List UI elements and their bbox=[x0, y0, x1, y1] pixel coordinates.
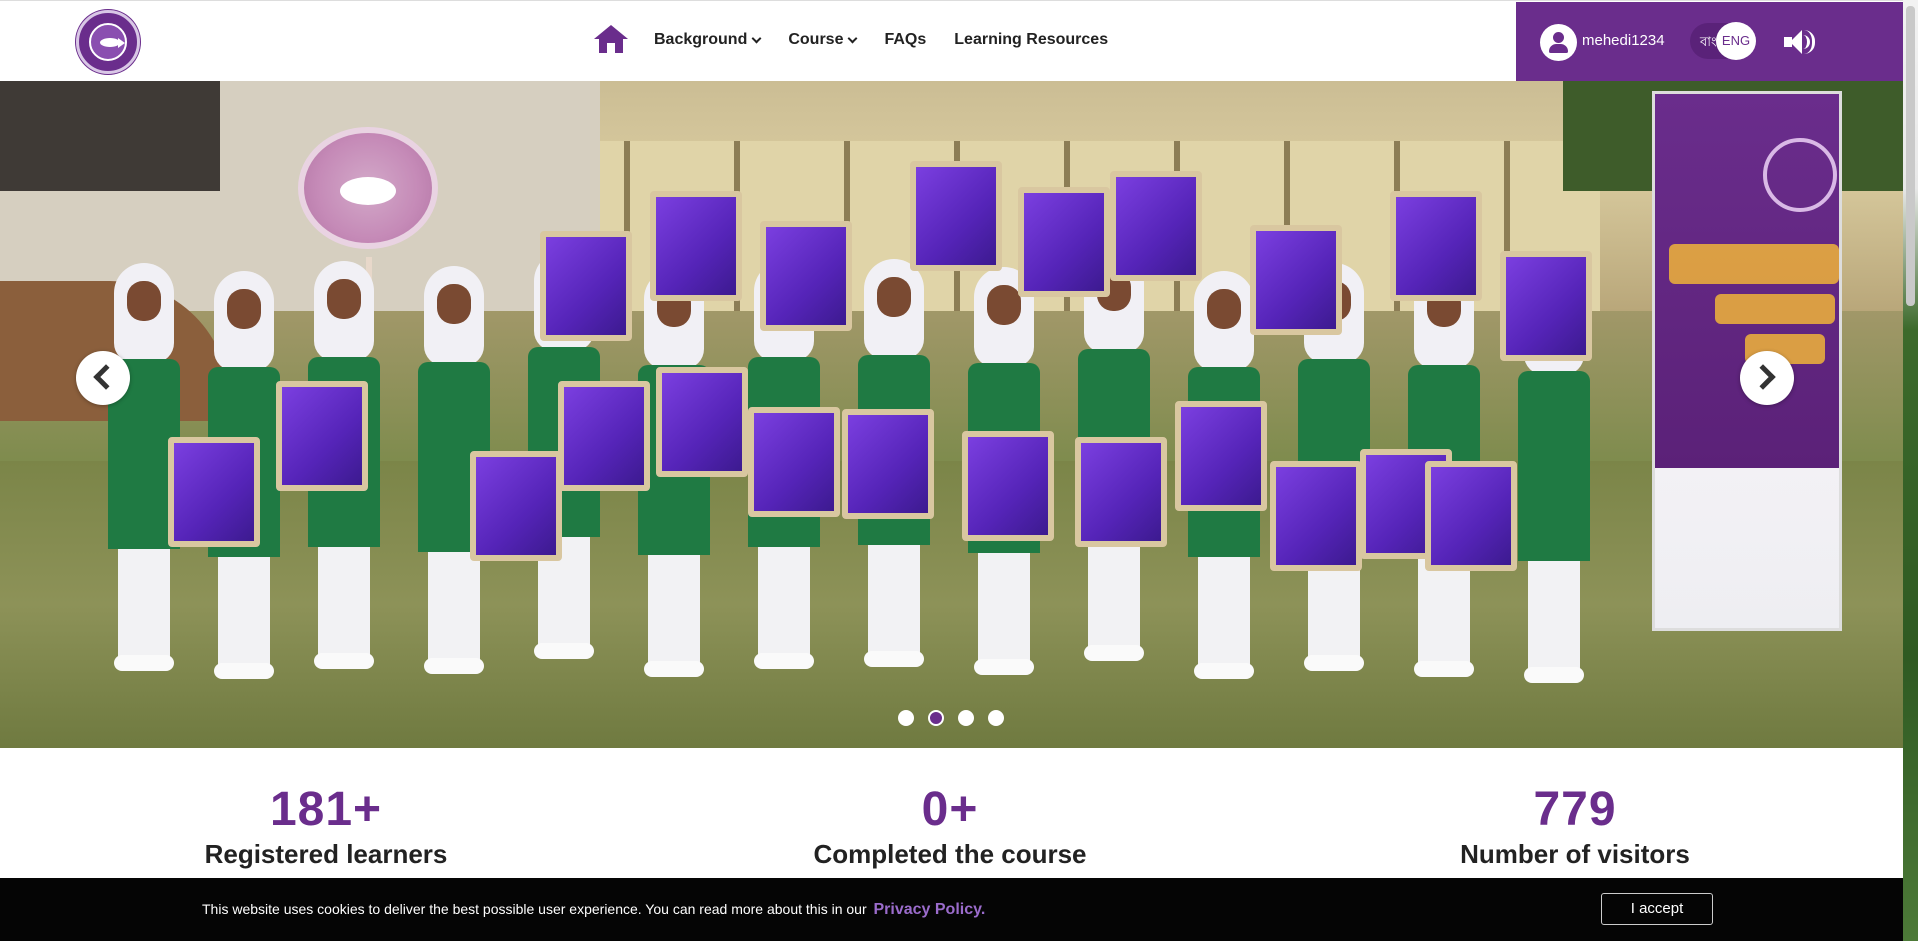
chevron-down-icon bbox=[751, 33, 762, 43]
carousel-next-button[interactable] bbox=[1740, 351, 1794, 405]
carousel-prev-button[interactable] bbox=[76, 351, 130, 405]
username[interactable]: mehedi1234 bbox=[1582, 32, 1665, 49]
page: Background Course FAQs Learning Resource… bbox=[0, 0, 1918, 941]
stat-label: Completed the course bbox=[813, 839, 1087, 869]
main-nav: Background Course FAQs Learning Resource… bbox=[594, 23, 1136, 57]
hero-photo-students bbox=[100, 161, 1620, 683]
language-toggle[interactable]: বাং ENG bbox=[1690, 22, 1756, 60]
home-icon[interactable] bbox=[594, 25, 628, 55]
nav-background-label: Background bbox=[654, 31, 748, 48]
hero-carousel bbox=[0, 81, 1903, 748]
fish-tail-icon bbox=[118, 38, 125, 48]
cookie-banner: This website uses cookies to deliver the… bbox=[0, 878, 1903, 941]
nav-learning-resources[interactable]: Learning Resources bbox=[954, 31, 1108, 49]
nav-faqs-label: FAQs bbox=[884, 31, 927, 48]
nav-background[interactable]: Background bbox=[654, 31, 762, 49]
user-icon[interactable] bbox=[1540, 24, 1577, 61]
accept-cookies-button[interactable]: I accept bbox=[1601, 893, 1713, 925]
stat-label: Number of visitors bbox=[1460, 839, 1690, 869]
stat-value: 181+ bbox=[269, 783, 383, 836]
site-logo[interactable] bbox=[76, 10, 140, 74]
cookie-message: This website uses cookies to deliver the… bbox=[202, 901, 985, 919]
nav-course-label: Course bbox=[788, 31, 844, 48]
carousel-dot-4[interactable] bbox=[988, 710, 1004, 726]
nav-faqs[interactable]: FAQs bbox=[884, 31, 926, 49]
cookie-text: This website uses cookies to deliver the… bbox=[202, 901, 867, 917]
chevron-left-icon bbox=[93, 364, 119, 390]
banner-logo bbox=[1763, 138, 1837, 212]
stats-section: 181+ Registered learners 0+ Completed th… bbox=[0, 748, 1903, 878]
carousel-dot-1[interactable] bbox=[898, 710, 914, 726]
carousel-indicators bbox=[898, 710, 1004, 726]
carousel-dot-3[interactable] bbox=[958, 710, 974, 726]
nav-course[interactable]: Course bbox=[788, 31, 858, 49]
site-header: Background Course FAQs Learning Resource… bbox=[0, 0, 1903, 82]
carousel-dot-2[interactable] bbox=[928, 710, 944, 726]
hero-roof bbox=[0, 81, 220, 191]
lang-bangla[interactable]: বাং bbox=[1700, 33, 1717, 54]
chevron-down-icon bbox=[848, 33, 858, 43]
logo-emblem bbox=[89, 23, 127, 61]
fish-icon bbox=[100, 38, 120, 47]
stat-completed-course: 0+ Completed the course bbox=[790, 782, 1110, 870]
speaker-icon[interactable] bbox=[1784, 29, 1816, 55]
lang-english[interactable]: ENG bbox=[1716, 22, 1756, 60]
chevron-right-icon bbox=[1750, 364, 1776, 390]
stat-value: 0+ bbox=[921, 783, 979, 836]
user-bar: mehedi1234 বাং ENG bbox=[1516, 2, 1903, 82]
scrollbar-thumb[interactable] bbox=[1906, 6, 1915, 306]
privacy-policy-link[interactable]: Privacy Policy. bbox=[874, 901, 986, 918]
stat-registered-learners: 181+ Registered learners bbox=[196, 782, 456, 870]
stat-value: 779 bbox=[1533, 783, 1617, 836]
stat-label: Registered learners bbox=[204, 839, 448, 869]
nav-learning-resources-label: Learning Resources bbox=[954, 31, 1109, 48]
stat-visitors: 779 Number of visitors bbox=[1440, 782, 1710, 870]
